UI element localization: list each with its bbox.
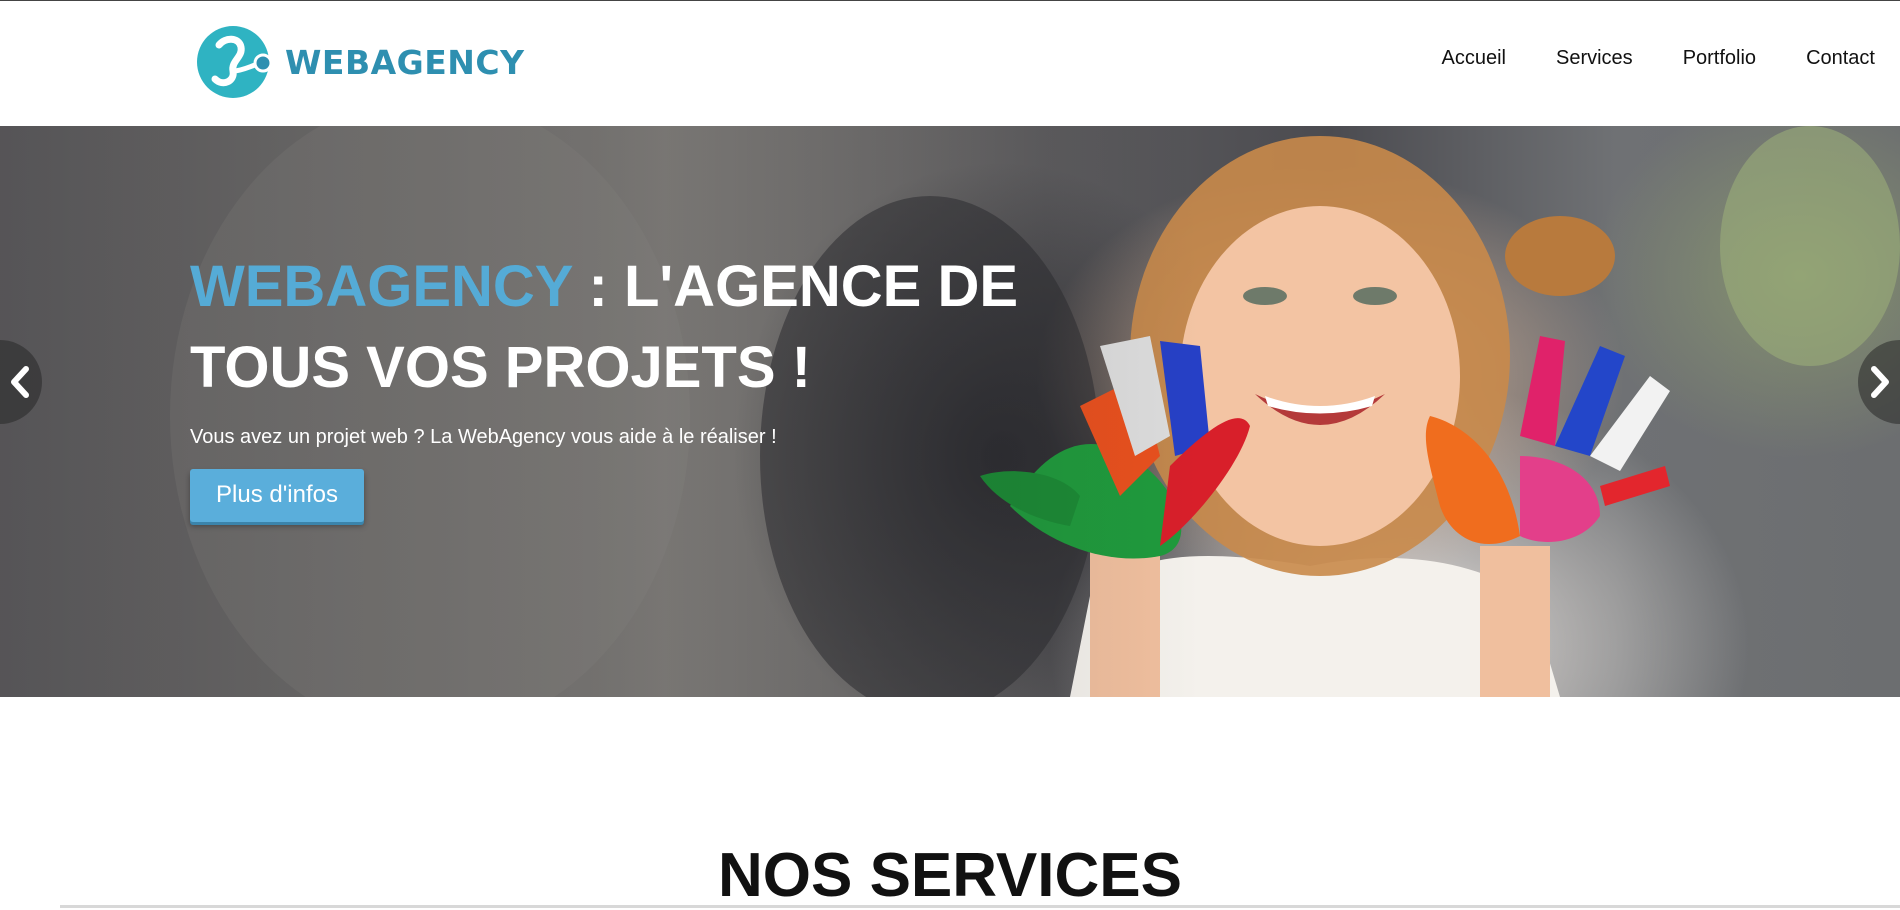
chevron-right-icon [1871, 366, 1889, 398]
hero-title-brand: WEBAGENCY [190, 254, 573, 319]
services-section: NOS SERVICES [0, 697, 1900, 909]
services-title: NOS SERVICES [717, 841, 1182, 910]
main-nav: Accueil Services Portfolio Contact [1442, 47, 1876, 70]
chevron-left-icon [11, 366, 29, 398]
hero-subtitle: Vous avez un projet web ? La WebAgency v… [190, 426, 777, 448]
plus-dinfos-button[interactable]: Plus d'infos [190, 469, 364, 522]
nav-portfolio[interactable]: Portfolio [1683, 47, 1756, 70]
hero-content: WEBAGENCY : L'AGENCE DE TOUS VOS PROJETS… [190, 246, 1150, 522]
divider [60, 905, 1900, 908]
nav-accueil[interactable]: Accueil [1442, 47, 1506, 70]
logo-link[interactable]: WEBAGENCY [195, 23, 525, 101]
hero-slider: WEBAGENCY : L'AGENCE DE TOUS VOS PROJETS… [0, 126, 1900, 697]
logo-text: WEBAGENCY [285, 42, 525, 82]
webagency-logo-icon [197, 26, 273, 98]
nav-services[interactable]: Services [1556, 47, 1633, 70]
site-header: WEBAGENCY Accueil Services Portfolio Con… [0, 0, 1900, 126]
nav-contact[interactable]: Contact [1806, 47, 1875, 70]
hero-title: WEBAGENCY : L'AGENCE DE TOUS VOS PROJETS… [190, 246, 1150, 408]
